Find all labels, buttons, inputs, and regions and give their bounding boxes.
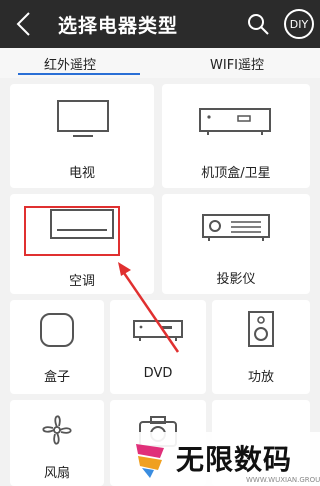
device-label: 投影仪	[216, 272, 256, 287]
remote-type-tabs: 红外遥控 WIFI遥控	[0, 48, 320, 78]
device-card-amplifier[interactable]: 功放	[212, 300, 310, 394]
device-label: 风扇	[43, 466, 70, 481]
back-arrow-icon[interactable]	[12, 10, 36, 38]
tab-infrared[interactable]: 红外遥控	[44, 54, 96, 73]
search-icon[interactable]	[246, 12, 270, 36]
device-label: 功放	[247, 370, 274, 385]
device-label: 盒子	[43, 370, 70, 385]
device-label: DVD	[143, 366, 173, 381]
page-title: 选择电器类型	[58, 15, 179, 37]
device-card-projector[interactable]: 投影仪	[162, 194, 310, 294]
tv-icon	[57, 100, 109, 137]
device-label: 电视	[68, 166, 95, 181]
active-tab-indicator	[18, 73, 140, 75]
app-header: 选择电器类型 DIY	[0, 0, 320, 48]
dvd-icon	[133, 320, 183, 341]
diy-button[interactable]: DIY	[284, 9, 314, 39]
device-label: 机顶盒/卫星	[201, 166, 271, 181]
fan-icon	[42, 415, 72, 445]
device-card-tv[interactable]: 电视	[10, 84, 154, 188]
speaker-icon	[248, 311, 274, 347]
set-top-box-icon	[199, 108, 271, 135]
device-card-fan[interactable]: 风扇	[10, 400, 104, 486]
device-card-dvd[interactable]: DVD	[110, 300, 206, 394]
device-card-media-box[interactable]: 盒子	[10, 300, 104, 394]
device-label: 空调	[68, 274, 95, 289]
watermark-logo-icon	[136, 444, 164, 478]
media-box-icon	[40, 313, 74, 347]
projector-icon	[202, 214, 270, 241]
highlight-box	[24, 206, 120, 256]
watermark: 无限数码 WWW.WUXIAN.GROUP	[118, 432, 320, 486]
device-card-set-top-box[interactable]: 机顶盒/卫星	[162, 84, 310, 188]
tab-wifi[interactable]: WIFI遥控	[210, 54, 264, 73]
watermark-text: 无限数码	[176, 443, 293, 476]
watermark-url: WWW.WUXIAN.GROUP	[246, 476, 320, 484]
